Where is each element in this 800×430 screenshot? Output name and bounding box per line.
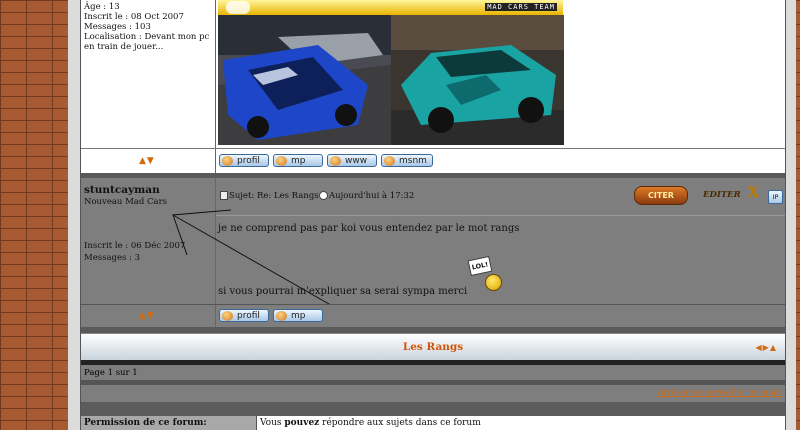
topic-title[interactable]: Les Rangs	[81, 341, 785, 353]
permissions-bold: pouvez	[284, 418, 320, 428]
profile-icon	[222, 311, 233, 321]
permissions-text: Vous pouvez répondre aux sujets dans ce …	[260, 418, 481, 428]
post-2-nav-arrows[interactable]: ▲▼	[139, 311, 155, 321]
mp-button[interactable]: mp	[273, 309, 323, 322]
topic-bar: Les Rangs ◀▶▲	[81, 333, 785, 361]
permissions-label-cell: Permission de ce forum:	[81, 416, 257, 430]
permissions-row: Permission de ce forum: Vous pouvez répo…	[81, 416, 785, 430]
pagination-row: Page 1 sur 1	[81, 365, 785, 380]
profil-button[interactable]: profil	[219, 309, 269, 322]
post-2-footer-left: ▲▼	[81, 305, 216, 327]
permissions-label: Permission de ce forum:	[84, 418, 207, 428]
annotation-lines	[172, 209, 358, 321]
forum-frame: Âge : 13 Inscrit le : 08 Oct 2007 Messag…	[80, 0, 786, 430]
message-icon	[276, 311, 287, 321]
divider	[81, 402, 785, 416]
page-background: Âge : 13 Inscrit le : 08 Oct 2007 Messag…	[68, 0, 796, 430]
post-2-footer-right: profil mp	[216, 305, 785, 327]
annotation-stroke	[172, 209, 232, 256]
watch-row: Arrêter de surveiller ce sujet	[81, 385, 785, 402]
topic-nav-arrows[interactable]: ◀▶▲	[756, 343, 777, 352]
page-indicator: Page 1 sur 1	[84, 368, 138, 378]
permissions-prefix: Vous	[260, 418, 282, 428]
profil-button-label: profil	[237, 311, 260, 321]
permissions-suffix: répondre aux sujets dans ce forum	[322, 418, 481, 428]
stop-watching-link[interactable]: Arrêter de surveiller ce sujet	[657, 388, 782, 398]
mp-button-label: mp	[291, 311, 306, 321]
post-2-footer: ▲▼ profil mp	[81, 304, 785, 328]
